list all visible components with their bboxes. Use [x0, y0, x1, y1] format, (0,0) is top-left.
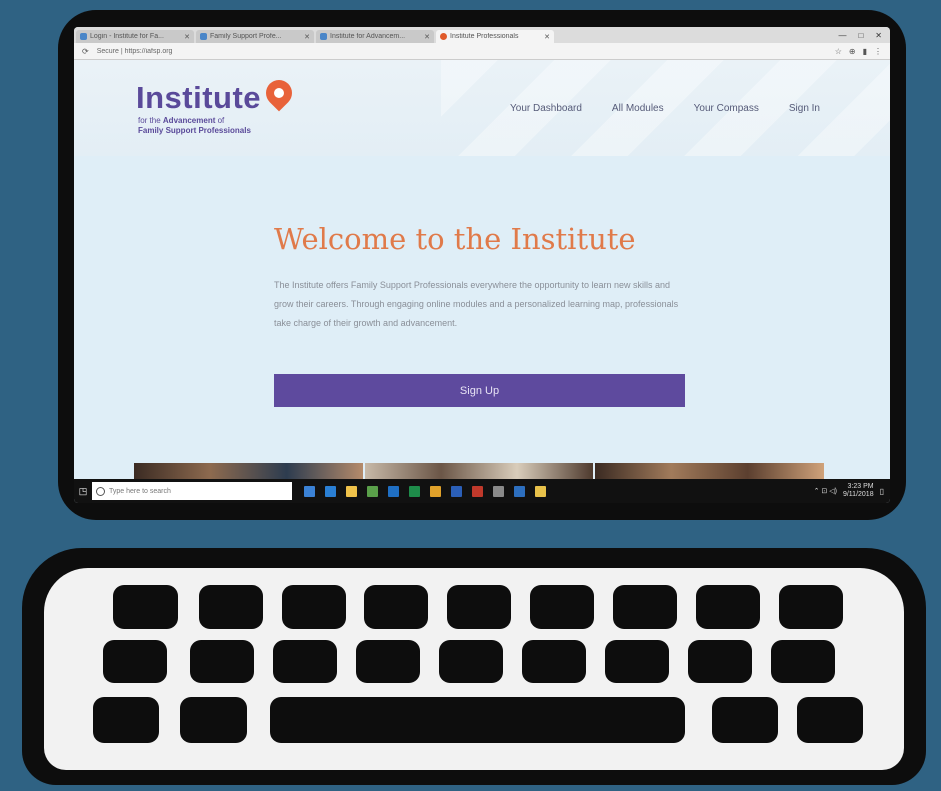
tab-label: Institute for Advancem...	[330, 33, 406, 40]
browser-tab[interactable]: Family Support Profe... ✕	[196, 30, 314, 43]
notification-icon[interactable]: ▯	[880, 487, 884, 496]
tray-icons[interactable]: ⌃ ⊡ ◁)	[814, 487, 837, 495]
keyboard-key	[93, 697, 159, 743]
settings-icon[interactable]	[493, 485, 504, 497]
close-icon[interactable]: ✕	[184, 33, 190, 41]
browser-tab-bar: Login - Institute for Fa... ✕ Family Sup…	[74, 27, 890, 43]
keyboard-key	[522, 640, 586, 683]
tab-label: Family Support Profe...	[210, 33, 282, 40]
spacebar-key	[270, 697, 685, 743]
clock[interactable]: 3:23 PM 9/11/2018	[843, 483, 874, 499]
window-close-icon[interactable]: ✕	[875, 31, 882, 40]
address-bar: ⟳ Secure | https://iafsp.org ☆ ⊕ ▮ ⋮	[74, 43, 890, 60]
app-icon[interactable]	[514, 485, 525, 497]
maximize-icon[interactable]: □	[858, 31, 863, 40]
excel-icon[interactable]	[409, 485, 420, 497]
browser-toolbar: ☆ ⊕ ▮ ⋮	[835, 47, 890, 56]
photo-image	[595, 463, 825, 480]
logo-tagline: for the Advancement of	[138, 116, 225, 125]
logo-pin-icon	[260, 74, 298, 112]
hero-title: Welcome to the Institute	[274, 222, 636, 256]
bookmark-icon[interactable]: ☆	[835, 47, 842, 56]
task-view-icon[interactable]	[304, 485, 315, 497]
browser-tab[interactable]: Institute for Advancem... ✕	[316, 30, 434, 43]
tab-label: Login - Institute for Fa...	[90, 33, 164, 40]
system-tray: ⌃ ⊡ ◁) 3:23 PM 9/11/2018 ▯	[814, 483, 890, 499]
keyboard-key	[779, 585, 843, 629]
nav-all-modules[interactable]: All Modules	[612, 103, 664, 114]
close-icon[interactable]: ✕	[544, 33, 550, 41]
minimize-icon[interactable]: —	[838, 31, 846, 40]
site-header: Institute for the Advancement of Family …	[74, 60, 890, 156]
keyboard-key	[447, 585, 511, 629]
word-icon[interactable]	[451, 485, 462, 497]
browser-tab[interactable]: Login - Institute for Fa... ✕	[76, 30, 194, 43]
tab-favicon-icon	[80, 33, 87, 40]
photo-image	[134, 463, 363, 480]
keyboard-key	[103, 640, 167, 683]
keyboard-key	[364, 585, 428, 629]
keyboard-key	[356, 640, 420, 683]
keyboard-key	[613, 585, 677, 629]
photo-image	[364, 463, 594, 480]
keyboard-key	[282, 585, 346, 629]
cortana-icon	[96, 486, 105, 496]
nav-your-compass[interactable]: Your Compass	[694, 103, 759, 114]
taskbar-search-placeholder: Type here to search	[109, 487, 171, 495]
edge-icon[interactable]	[325, 485, 336, 497]
tab-favicon-icon	[200, 33, 207, 40]
nav-your-dashboard[interactable]: Your Dashboard	[510, 103, 582, 114]
clock-time: 3:23 PM	[847, 483, 874, 490]
url-field[interactable]: Secure | https://iafsp.org	[97, 48, 717, 55]
store-icon[interactable]	[367, 485, 378, 497]
keyboard-key	[199, 585, 263, 629]
keyboard-key	[688, 640, 752, 683]
keyboard-key	[190, 640, 254, 683]
keyboard-key	[530, 585, 594, 629]
browser-tab-active[interactable]: Institute Professionals ✕	[436, 30, 554, 43]
logo-text[interactable]: Institute	[136, 80, 261, 116]
powerpoint-icon[interactable]	[472, 485, 483, 497]
extension-icon[interactable]: ⊕	[849, 47, 856, 56]
logo-tagline-2: Family Support Professionals	[138, 126, 251, 135]
start-icon[interactable]: ◳	[74, 486, 92, 497]
taskbar-search[interactable]: Type here to search	[92, 482, 292, 500]
sign-up-button[interactable]: Sign Up	[274, 374, 685, 407]
laptop-screen: Login - Institute for Fa... ✕ Family Sup…	[74, 27, 890, 503]
close-icon[interactable]: ✕	[424, 33, 430, 41]
keyboard-key	[439, 640, 503, 683]
site-nav: Your Dashboard All Modules Your Compass …	[510, 103, 820, 114]
folder-icon[interactable]	[535, 485, 546, 497]
menu-icon[interactable]: ⋮	[874, 47, 882, 56]
nav-sign-in[interactable]: Sign In	[789, 103, 820, 114]
tab-favicon-icon	[320, 33, 327, 40]
reload-icon[interactable]: ⟳	[82, 47, 89, 56]
keyboard-key	[113, 585, 178, 629]
tab-label: Institute Professionals	[450, 33, 519, 40]
taskbar-apps	[304, 485, 546, 497]
hero-description: The Institute offers Family Support Prof…	[274, 280, 679, 328]
keyboard-key	[696, 585, 760, 629]
extension-icon-2[interactable]: ▮	[863, 47, 867, 56]
window-controls: — □ ✕	[838, 31, 890, 40]
keyboard-key	[712, 697, 778, 743]
clock-date: 9/11/2018	[842, 491, 874, 498]
file-explorer-icon[interactable]	[346, 485, 357, 497]
keyboard-key	[605, 640, 669, 683]
close-icon[interactable]: ✕	[304, 33, 310, 41]
keyboard-key	[797, 697, 863, 743]
outlook-icon[interactable]	[388, 485, 399, 497]
keyboard-key	[273, 640, 337, 683]
chrome-icon[interactable]	[430, 485, 441, 497]
windows-taskbar: ◳ Type here to search ⌃ ⊡ ◁) 3:23 PM 9/1…	[74, 479, 890, 503]
photo-strip	[134, 463, 825, 480]
keyboard-key	[180, 697, 247, 743]
keyboard-key	[771, 640, 835, 683]
tab-favicon-icon	[440, 33, 447, 40]
